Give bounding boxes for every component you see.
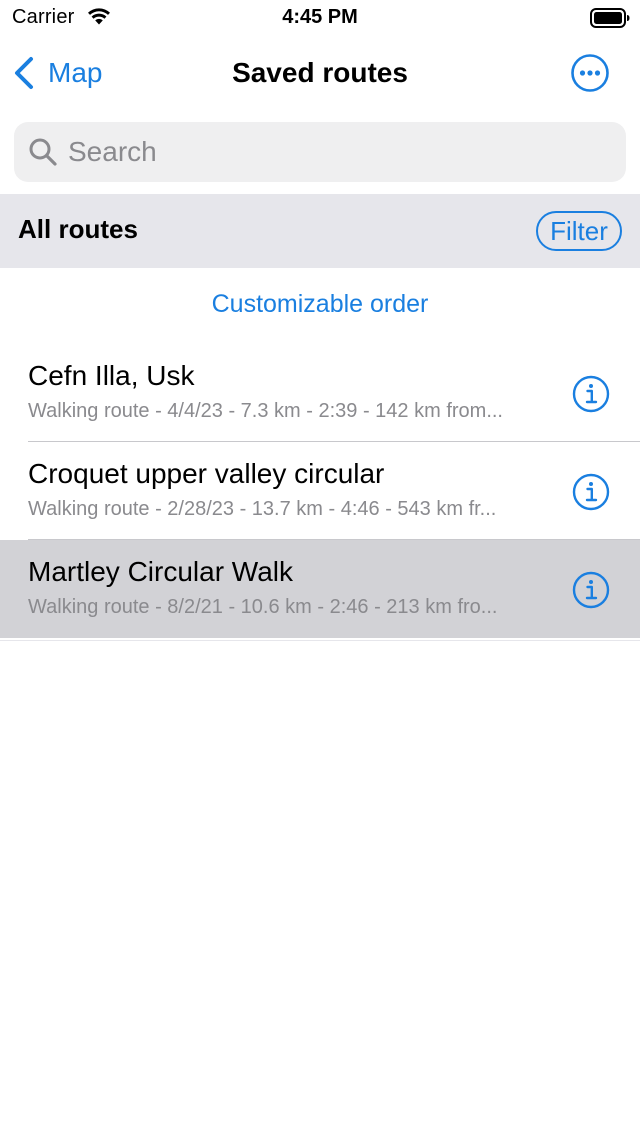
ellipsis-circle-icon[interactable]	[570, 53, 610, 93]
search-input[interactable]	[68, 136, 626, 168]
status-bar: Carrier 4:45 PM	[0, 0, 640, 40]
route-name: Croquet upper valley circular	[28, 458, 385, 489]
route-row[interactable]: Croquet upper valley circular Walking ro…	[0, 442, 640, 540]
route-name: Cefn Illa, Usk	[28, 360, 195, 391]
section-title: All routes	[18, 214, 138, 244]
route-row[interactable]: Martley Circular Walk Walking route - 8/…	[0, 540, 640, 638]
route-row[interactable]: Cefn Illa, Usk Walking route - 4/4/23 - …	[0, 344, 640, 442]
route-details: Walking route - 8/2/21 - 10.6 km - 2:46 …	[28, 596, 498, 618]
battery-icon	[590, 8, 630, 28]
section-header: All routes Filter	[0, 194, 640, 268]
route-details: Walking route - 2/28/23 - 13.7 km - 4:46…	[28, 498, 497, 520]
navigation-bar: Map Saved routes	[0, 40, 640, 106]
info-icon[interactable]	[572, 473, 610, 511]
route-list: Cefn Illa, Usk Walking route - 4/4/23 - …	[0, 344, 640, 638]
filter-button[interactable]: Filter	[536, 211, 622, 251]
route-name: Martley Circular Walk	[28, 556, 293, 587]
status-time: 4:45 PM	[282, 6, 358, 28]
route-details: Walking route - 4/4/23 - 7.3 km - 2:39 -…	[28, 400, 503, 422]
customizable-order-link[interactable]: Customizable order	[0, 290, 640, 319]
info-icon[interactable]	[572, 375, 610, 413]
info-icon[interactable]	[572, 571, 610, 609]
saved-routes-screen: Carrier 4:45 PM Map Saved routes Search …	[0, 0, 640, 1136]
search-icon	[29, 138, 57, 166]
page-title: Saved routes	[232, 57, 408, 88]
list-bottom-divider	[0, 640, 640, 641]
search-bar[interactable]	[14, 122, 626, 182]
